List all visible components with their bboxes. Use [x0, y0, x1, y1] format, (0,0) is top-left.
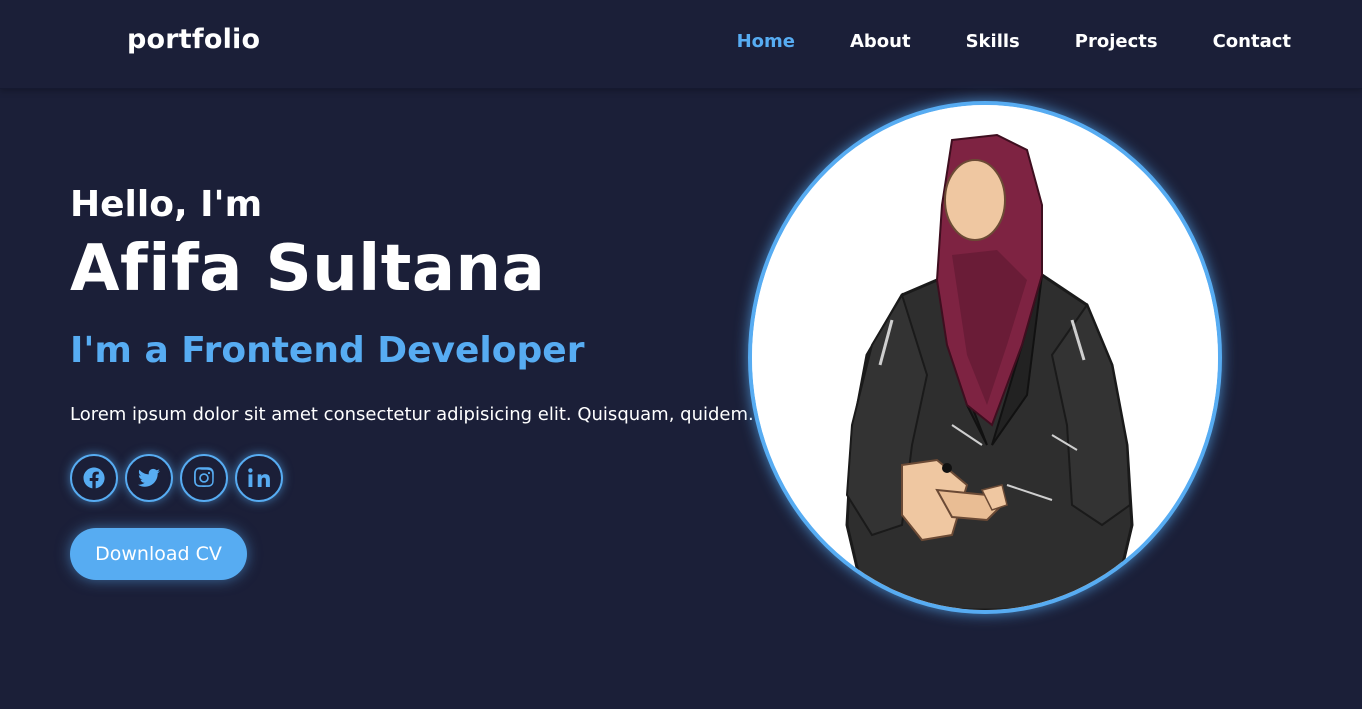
- linkedin-icon: [248, 468, 270, 487]
- facebook-icon: [83, 467, 105, 489]
- nav-link-contact[interactable]: Contact: [1213, 31, 1291, 52]
- social-links: [70, 454, 770, 502]
- hero-name: Afifa Sultana: [70, 232, 546, 306]
- linkedin-link[interactable]: [235, 454, 283, 502]
- hero-greeting: Hello, I'm: [70, 184, 263, 225]
- nav-link-home[interactable]: Home: [737, 31, 795, 52]
- site-logo[interactable]: portfolio: [127, 24, 260, 55]
- profile-avatar: [748, 101, 1222, 614]
- download-cv-button[interactable]: Download CV: [70, 528, 247, 580]
- instagram-link[interactable]: [180, 454, 228, 502]
- hero-section: Hello, I'm Afifa Sultana I'm a Frontend …: [70, 183, 770, 580]
- nav-link-projects[interactable]: Projects: [1075, 31, 1158, 52]
- hero-description: Lorem ipsum dolor sit amet consectetur a…: [70, 404, 754, 425]
- hero-role: I'm a Frontend Developer: [70, 330, 585, 371]
- twitter-icon: [138, 468, 160, 487]
- navbar: portfolio Home About Skills Projects Con…: [0, 0, 1362, 89]
- instagram-icon: [194, 467, 214, 487]
- nav-links: Home About Skills Projects Contact: [682, 31, 1291, 52]
- twitter-link[interactable]: [125, 454, 173, 502]
- facebook-link[interactable]: [70, 454, 118, 502]
- nav-link-skills[interactable]: Skills: [966, 31, 1020, 52]
- avatar-illustration: [752, 105, 1218, 610]
- nav-link-about[interactable]: About: [850, 31, 911, 52]
